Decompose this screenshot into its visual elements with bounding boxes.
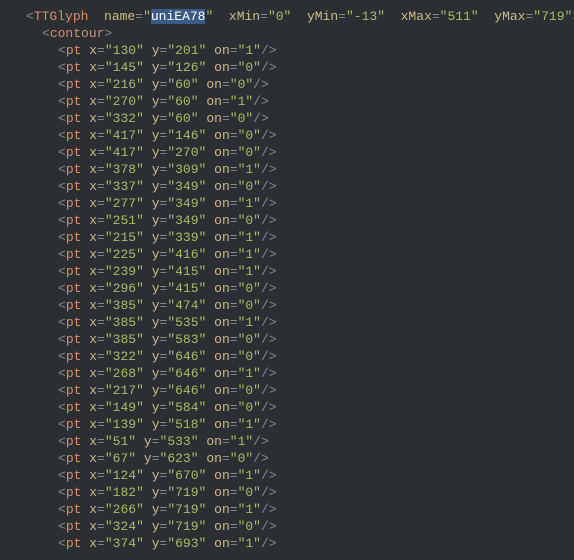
pt-element: <pt x="124" y="670" on="1"/> (10, 467, 277, 484)
pt-element: <pt x="296" y="415" on="0"/> (10, 280, 277, 297)
pt-element: <pt x="337" y="349" on="0"/> (10, 178, 277, 195)
pt-element: <pt x="385" y="583" on="0"/> (10, 331, 277, 348)
pt-element: <pt x="51" y="533" on="1"/> (10, 433, 269, 450)
pt-element: <pt x="374" y="693" on="1"/> (10, 535, 277, 552)
contour-open-tag: <contour> (10, 25, 112, 42)
xml-code-block[interactable]: <TTGlyph name="uniEA78" xMin="0" yMin="-… (0, 0, 574, 560)
pt-element: <pt x="268" y="646" on="1"/> (10, 365, 277, 382)
pt-element: <pt x="67" y="623" on="0"/> (10, 450, 269, 467)
pt-element: <pt x="270" y="60" on="1"/> (10, 93, 269, 110)
pt-element: <pt x="225" y="416" on="1"/> (10, 246, 277, 263)
pt-element: <pt x="239" y="415" on="1"/> (10, 263, 277, 280)
pt-element: <pt x="332" y="60" on="0"/> (10, 110, 269, 127)
pt-element: <pt x="417" y="270" on="0"/> (10, 144, 277, 161)
pt-element: <pt x="216" y="60" on="0"/> (10, 76, 269, 93)
pt-element: <pt x="324" y="719" on="0"/> (10, 518, 277, 535)
pt-element: <pt x="145" y="126" on="0"/> (10, 59, 277, 76)
pt-element: <pt x="130" y="201" on="1"/> (10, 42, 277, 59)
pt-element: <pt x="277" y="349" on="1"/> (10, 195, 277, 212)
pt-element: <pt x="385" y="535" on="1"/> (10, 314, 277, 331)
pt-element: <pt x="149" y="584" on="0"/> (10, 399, 277, 416)
pt-element: <pt x="417" y="146" on="0"/> (10, 127, 277, 144)
pt-element: <pt x="215" y="339" on="1"/> (10, 229, 277, 246)
ttglyph-open-tag: <TTGlyph name="uniEA78" xMin="0" yMin="-… (10, 8, 574, 25)
pt-element: <pt x="182" y="719" on="0"/> (10, 484, 277, 501)
pt-element: <pt x="322" y="646" on="0"/> (10, 348, 277, 365)
pt-element: <pt x="378" y="309" on="1"/> (10, 161, 277, 178)
pt-element: <pt x="217" y="646" on="0"/> (10, 382, 277, 399)
pt-element: <pt x="385" y="474" on="0"/> (10, 297, 277, 314)
pt-element: <pt x="139" y="518" on="1"/> (10, 416, 277, 433)
pt-element: <pt x="266" y="719" on="1"/> (10, 501, 277, 518)
pt-element: <pt x="251" y="349" on="0"/> (10, 212, 277, 229)
